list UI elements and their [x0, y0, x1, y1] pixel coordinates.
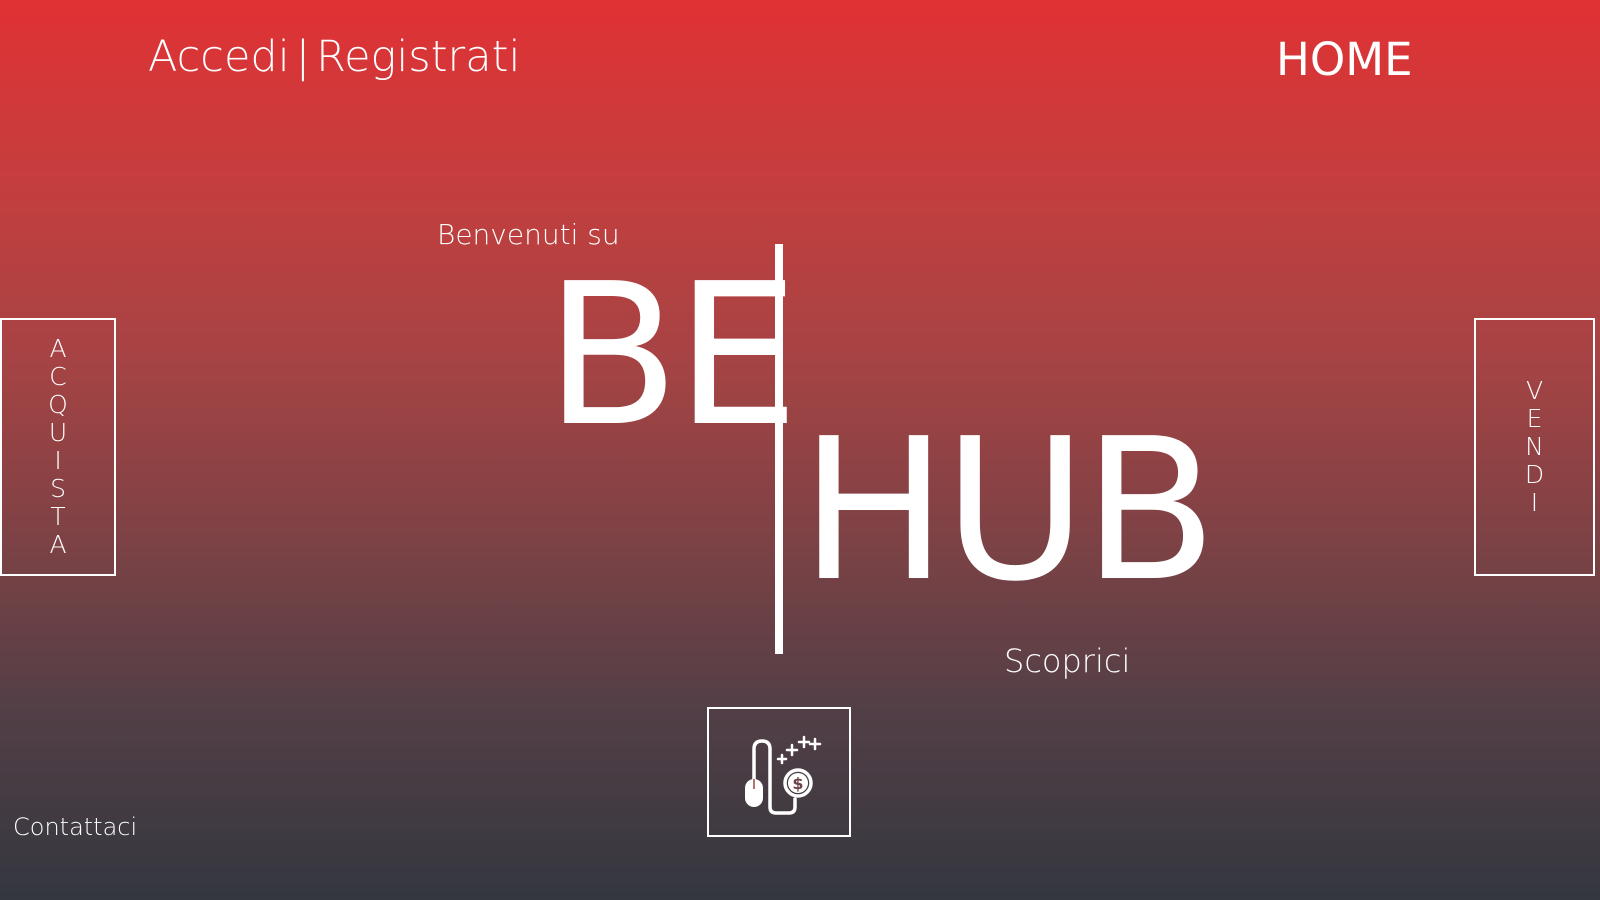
home-link[interactable]: HOME [1276, 33, 1413, 86]
buy-letter: U [48, 418, 68, 447]
register-link[interactable]: Registrati [316, 32, 520, 82]
logo-be: BE [545, 242, 799, 470]
top-bar: Accedi | Registrati HOME [0, 0, 1600, 120]
buy-letter: C [49, 362, 67, 391]
sell-letter: V [1525, 376, 1544, 405]
svg-text:$: $ [792, 774, 803, 793]
logo-hub: HUB [800, 397, 1217, 625]
buy-letter: A [49, 334, 67, 363]
buy-letter: A [49, 530, 67, 559]
sell-button-label: V E N D I [1525, 377, 1544, 517]
sell-button[interactable]: V E N D I [1474, 318, 1595, 576]
contact-link[interactable]: Contattaci [13, 813, 137, 841]
sell-letter: I [1530, 488, 1539, 517]
login-link[interactable]: Accedi [148, 32, 290, 82]
mouse-money-icon: $ [745, 735, 822, 815]
buy-letter: I [54, 446, 62, 475]
buy-button-label: A C Q U I S T A [48, 335, 68, 559]
buy-letter: S [50, 474, 66, 503]
sell-letter: N [1525, 432, 1544, 461]
buy-button[interactable]: A C Q U I S T A [0, 318, 116, 576]
sell-letter: D [1524, 460, 1545, 489]
buy-letter: T [50, 502, 66, 531]
logo-divider [775, 244, 783, 654]
buy-letter: Q [48, 390, 68, 419]
mouse-money-button[interactable]: $ [707, 707, 851, 837]
auth-links: Accedi | Registrati [148, 32, 520, 82]
discover-link[interactable]: Scoprici [1004, 642, 1130, 680]
sell-letter: E [1526, 404, 1543, 433]
auth-separator: | [295, 32, 311, 82]
